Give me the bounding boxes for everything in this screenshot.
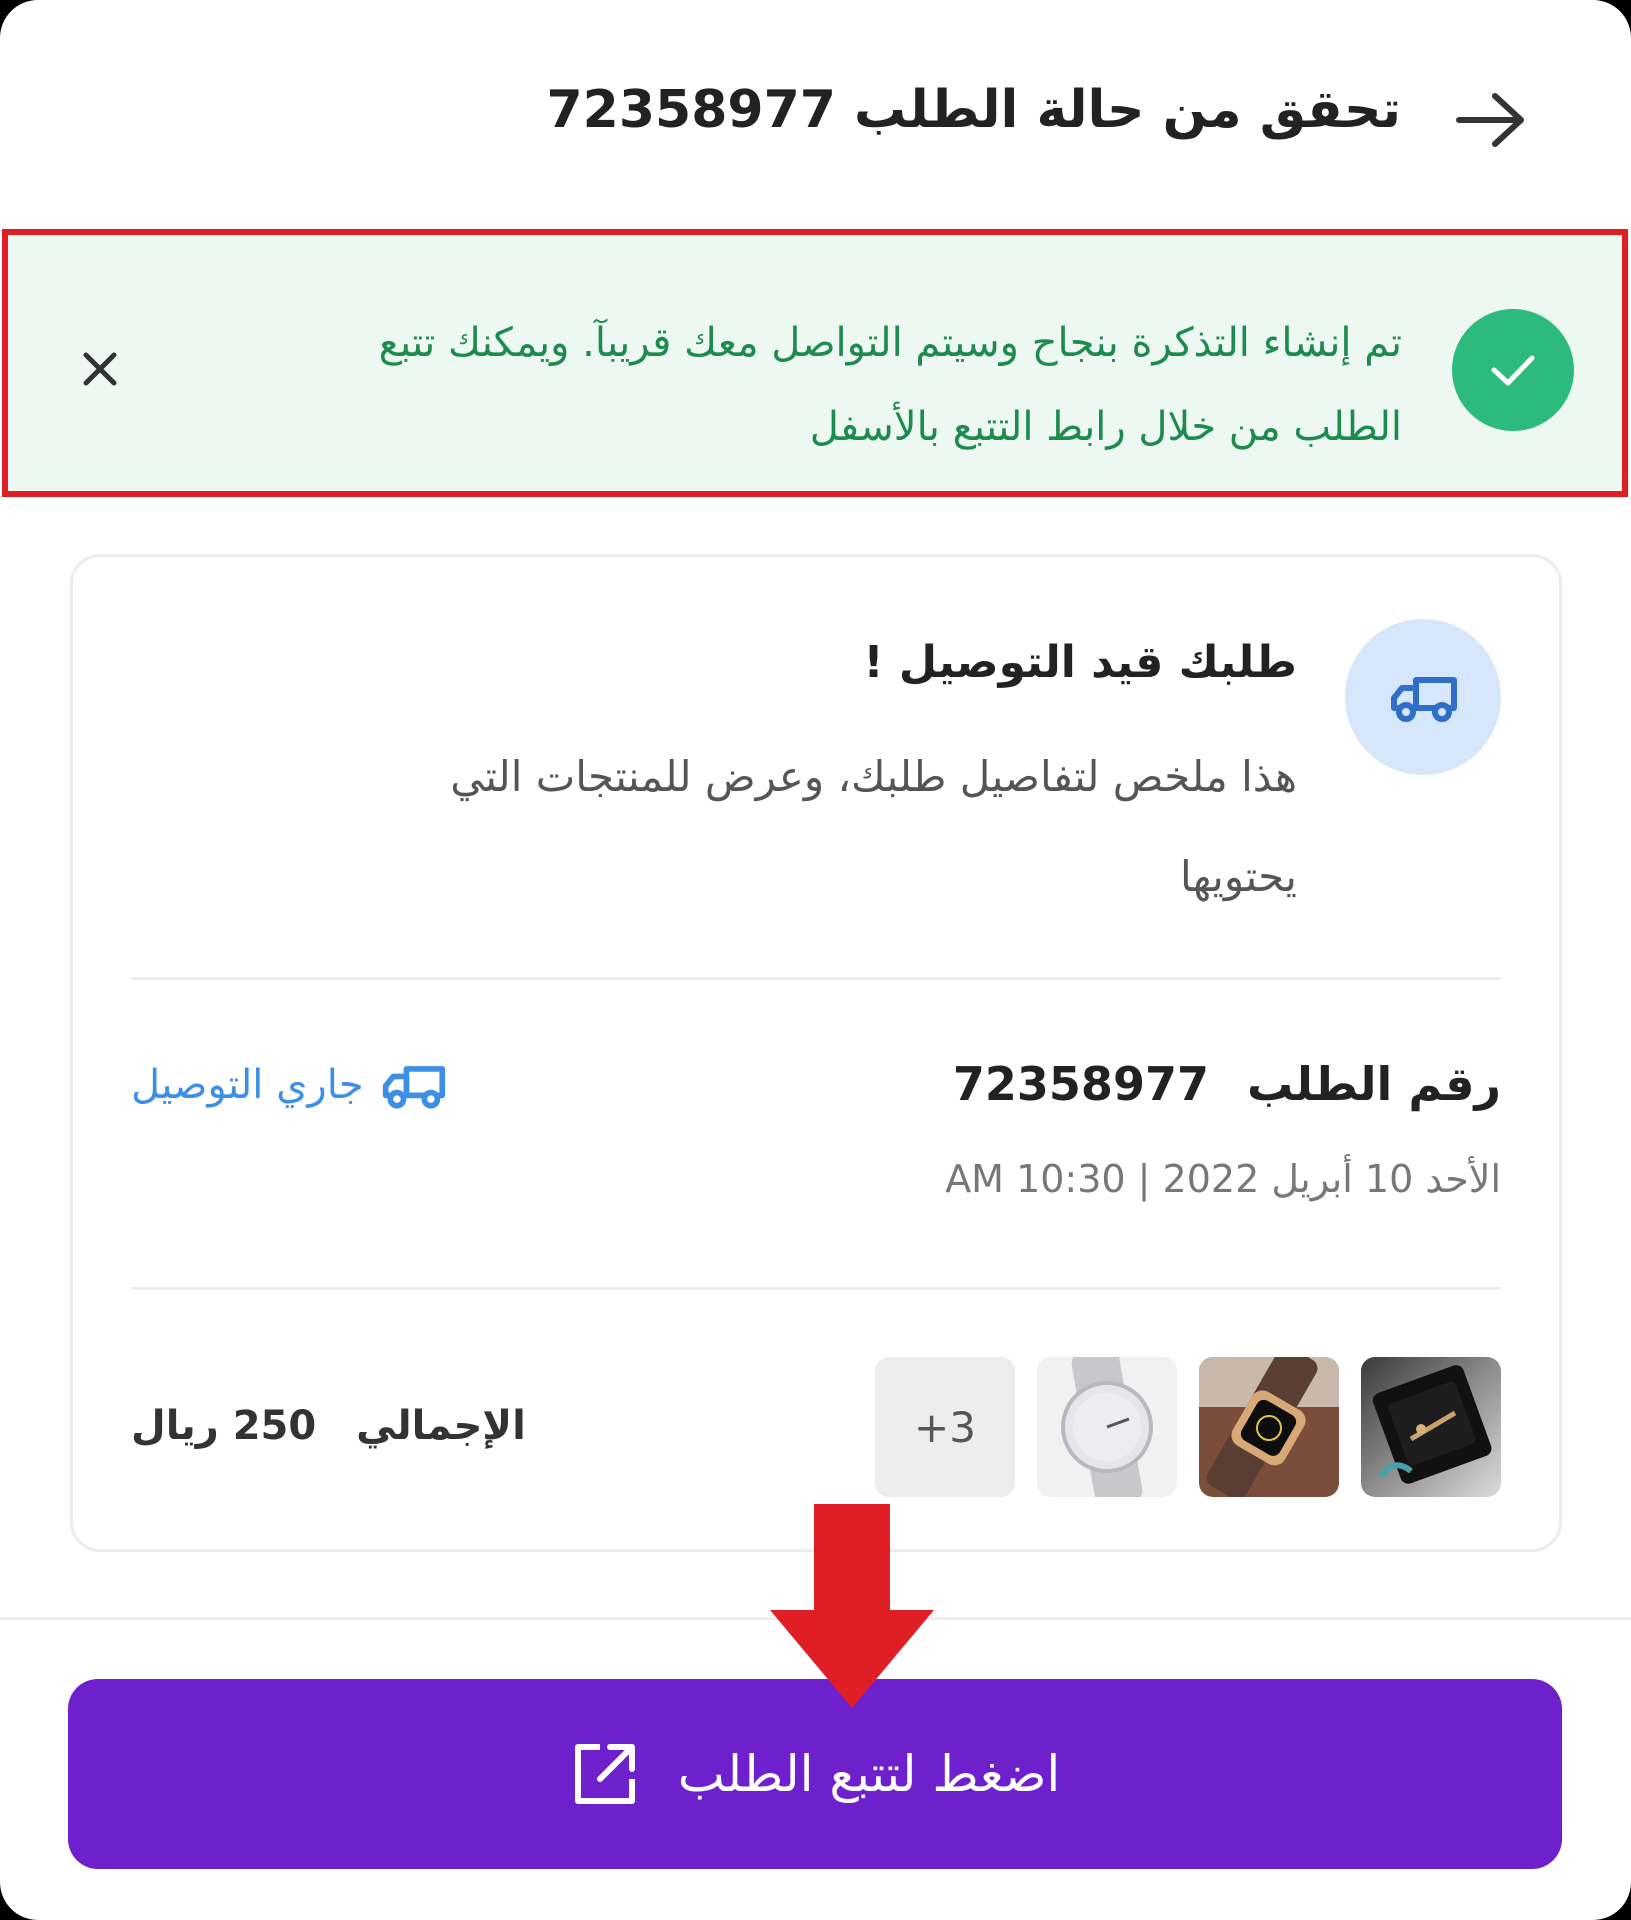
total-value: 250 ريال (131, 1403, 317, 1449)
arrow-right-icon (1456, 93, 1524, 147)
order-total: الإجمالي 250 ريال (131, 1403, 526, 1449)
close-icon[interactable] (78, 347, 122, 391)
product-thumbnail-smartwatch[interactable] (1199, 1357, 1339, 1497)
annotation-arrow-icon (770, 1504, 934, 1708)
more-products-badge[interactable]: +3 (875, 1357, 1015, 1497)
order-number-label: رقم الطلب (1246, 1057, 1501, 1111)
card-description-line1: هذا ملخص لتفاصيل طلبك، وعرض للمنتجات الت… (450, 752, 1297, 801)
toast-message-line2: الطلب من خلال رابط التتبع بالأسفل (809, 404, 1402, 450)
truck-icon (1345, 619, 1501, 775)
back-button[interactable] (1451, 90, 1531, 150)
external-link-icon (574, 1744, 635, 1804)
order-date: الأحد 10 أبريل 2022 | 10:30 AM (945, 1157, 1501, 1201)
status-text: جاري التوصيل (131, 1062, 364, 1108)
header: تحقق من حالة الطلب 72358977 (0, 60, 1631, 180)
track-order-label: اضغط لتتبع الطلب (677, 1745, 1061, 1803)
page-title: تحقق من حالة الطلب 72358977 (546, 80, 1402, 140)
product-thumbnails: +3 (875, 1357, 1501, 1497)
status-badge: جاري التوصيل (131, 1061, 446, 1109)
total-label: الإجمالي (356, 1403, 526, 1449)
toast-message-line1: تم إنشاء التذكرة بنجاح وسيتم التواصل معك… (378, 320, 1402, 366)
product-thumbnail-white-watch[interactable] (1037, 1357, 1177, 1497)
order-card: طلبك قيد التوصيل ! هذا ملخص لتفاصيل طلبك… (70, 554, 1562, 1552)
card-description-line2: يحتويها (1179, 852, 1297, 901)
order-status-screen: تحقق من حالة الطلب 72358977 تم إنشاء الت… (0, 0, 1631, 1920)
divider (131, 977, 1501, 980)
order-number-row: رقم الطلب 72358977 (953, 1057, 1501, 1111)
product-thumbnail-watch-box[interactable] (1361, 1357, 1501, 1497)
success-toast: تم إنشاء التذكرة بنجاح وسيتم التواصل معك… (2, 229, 1628, 497)
card-heading: طلبك قيد التوصيل ! (863, 637, 1297, 688)
delivery-truck-icon (382, 1066, 445, 1109)
toast-message: تم إنشاء التذكرة بنجاح وسيتم التواصل معك… (242, 301, 1402, 469)
card-description: هذا ملخص لتفاصيل طلبك، وعرض للمنتجات الت… (227, 727, 1297, 927)
check-icon (1452, 309, 1574, 431)
order-number-value: 72358977 (952, 1057, 1209, 1111)
divider (131, 1287, 1501, 1290)
